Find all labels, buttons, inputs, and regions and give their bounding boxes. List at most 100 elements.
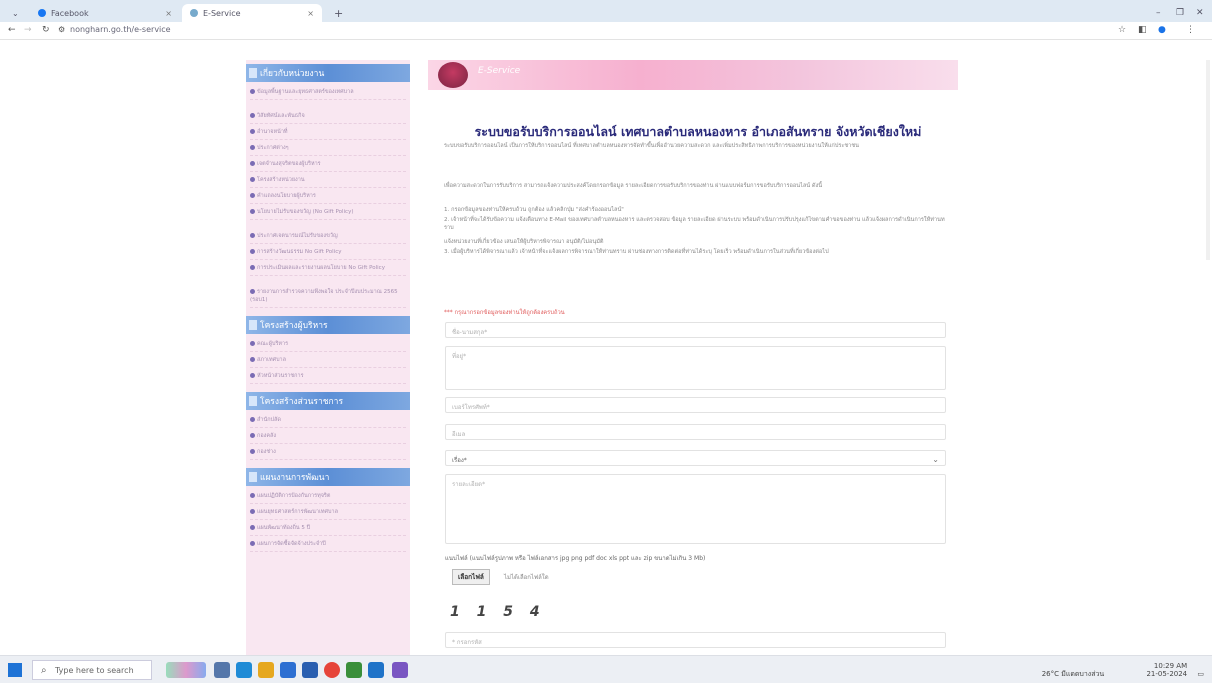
tab-list-icon[interactable]: ⌄: [4, 4, 27, 22]
globe-icon: [190, 9, 198, 17]
sidebar-item[interactable]: อำนาจหน้าที่: [250, 128, 406, 140]
sidebar-item-label: กองคลัง: [257, 433, 277, 439]
sidebar-item[interactable]: สภาเทศบาล: [250, 356, 406, 368]
close-tab-icon[interactable]: ×: [165, 9, 172, 18]
e-service-banner: E-Service: [428, 60, 958, 90]
sidebar-item-label: แผนยุทธศาสตร์การพัฒนาเทศบาล: [257, 509, 338, 515]
sidebar-item[interactable]: ประกาศต่างๆ: [250, 144, 406, 156]
sidebar-item[interactable]: คณะผู้บริหาร: [250, 340, 406, 352]
bullet-icon: [250, 233, 255, 238]
bullet-icon: [250, 209, 255, 214]
close-tab-icon[interactable]: ×: [307, 9, 314, 18]
choose-file-button[interactable]: เลือกไฟล์: [452, 569, 490, 585]
warning-text: *** กรุณากรอกข้อมูลของท่านให้ถูกต้องครบถ…: [444, 310, 565, 316]
bullet-icon: [250, 357, 255, 362]
chrome-icon[interactable]: [324, 662, 340, 678]
mail-icon[interactable]: [302, 662, 318, 678]
line-app-icon[interactable]: [346, 662, 362, 678]
sidebar-item[interactable]: แผนยุทธศาสตร์การพัฒนาเทศบาล: [250, 508, 406, 520]
sidebar-panel-icon[interactable]: ◧: [1138, 25, 1147, 35]
file-explorer-icon[interactable]: [258, 662, 274, 678]
back-icon[interactable]: ←: [8, 25, 16, 35]
bullet-icon: [250, 289, 255, 294]
bookmark-star-icon[interactable]: ☆: [1118, 25, 1126, 35]
sidebar-item-label: โครงสร้างหน่วยงาน: [257, 177, 305, 183]
sidebar-item[interactable]: การสร้างวัฒนธรรม No Gift Policy: [250, 248, 406, 260]
notification-icon[interactable]: ▭: [1197, 670, 1204, 678]
sidebar-item-label: คำแถลงนโยบายผู้บริหาร: [257, 193, 316, 199]
sidebar-item[interactable]: นโยบายไม่รับของขวัญ (No Gift Policy): [250, 208, 406, 220]
minimize-button[interactable]: –: [1148, 4, 1169, 22]
bullet-icon: [250, 129, 255, 134]
clock-time[interactable]: 10:29 AM: [1154, 662, 1187, 670]
sidebar-item[interactable]: ประกาศเจตนารมณ์ไม่รับของขวัญ: [250, 232, 406, 244]
app-icon[interactable]: [392, 662, 408, 678]
search-icon: ⌕: [41, 665, 47, 676]
bullet-icon: [250, 193, 255, 198]
site-info-icon[interactable]: ⚙: [58, 25, 65, 34]
sidebar-item-label: ประกาศต่างๆ: [257, 145, 289, 151]
sidebar-item-label: สภาเทศบาล: [257, 357, 287, 363]
bullet-icon: [250, 493, 255, 498]
sidebar-item[interactable]: โครงสร้างหน่วยงาน: [250, 176, 406, 188]
sidebar-section-title: โครงสร้างผู้บริหาร: [260, 321, 328, 331]
scrollbar[interactable]: [1206, 60, 1210, 260]
profile-icon[interactable]: ●: [1158, 25, 1166, 35]
address-field[interactable]: ที่อยู่*: [445, 346, 946, 390]
widgets-image-icon[interactable]: [166, 662, 206, 678]
sidebar-item[interactable]: แผนพัฒนาท้องถิ่น 5 ปี: [250, 524, 406, 536]
browser-tab-bar: Facebook × E-Service × + ⌄ – ❐ ✕: [0, 0, 1212, 22]
bullet-icon: [250, 541, 255, 546]
tab-facebook[interactable]: Facebook ×: [30, 4, 180, 22]
subject-select-value: เรื่อง*: [452, 457, 467, 464]
sidebar-item[interactable]: แผนการจัดซื้อจัดจ้างประจำปี: [250, 540, 406, 552]
municipality-logo: [438, 62, 468, 88]
detail-field[interactable]: รายละเอียด*: [445, 474, 946, 544]
tab-e-service[interactable]: E-Service ×: [182, 4, 322, 22]
weather-text[interactable]: 26°C มีแดดบางส่วน: [1042, 670, 1105, 678]
sidebar-item[interactable]: เจตจำนงสุจริตของผู้บริหาร: [250, 160, 406, 172]
sidebar-item[interactable]: สำนักปลัด: [250, 416, 406, 428]
sidebar-item-label: อำนาจหน้าที่: [257, 129, 288, 135]
sidebar-item[interactable]: แผนปฏิบัติการป้องกันการทุจริต: [250, 492, 406, 504]
bullet-icon: [250, 89, 255, 94]
task-view-icon[interactable]: [214, 662, 230, 678]
sidebar-item[interactable]: หัวหน้าส่วนราชการ: [250, 372, 406, 384]
browser-menu-icon[interactable]: ⋮: [1186, 25, 1195, 35]
sidebar-item[interactable]: รายงานการสำรวจความพึงพอใจ ประจำปีงบประมา…: [250, 288, 406, 308]
clock-date[interactable]: 21-05-2024: [1146, 670, 1187, 678]
app-icon[interactable]: [368, 662, 384, 678]
bullet-icon: [250, 249, 255, 254]
captcha-input[interactable]: * กรอกรหัส: [445, 632, 946, 648]
facebook-icon: [38, 9, 46, 17]
sidebar-item-label: นโยบายไม่รับของขวัญ (No Gift Policy): [257, 209, 354, 215]
store-icon[interactable]: [280, 662, 296, 678]
bullet-icon: [250, 265, 255, 270]
sidebar-item[interactable]: การประเมินผลและรายงานผลนโยบาย No Gift Po…: [250, 264, 406, 276]
section-bullet-icon: [249, 396, 257, 406]
subject-select[interactable]: เรื่อง* ⌄: [445, 450, 946, 466]
sidebar-section-title: โครงสร้างส่วนราชการ: [260, 397, 344, 407]
sidebar-item[interactable]: กองคลัง: [250, 432, 406, 444]
windows-taskbar: ⌕ Type here to search 26°C มีแดดบางส่วน …: [0, 655, 1212, 683]
email-field[interactable]: อีเมล: [445, 424, 946, 440]
url-field[interactable]: nongharn.go.th/e-service: [70, 25, 171, 34]
bullet-icon: [250, 145, 255, 150]
reload-icon[interactable]: ↻: [42, 25, 50, 35]
sidebar-item[interactable]: กองช่าง: [250, 448, 406, 460]
sidebar-item[interactable]: ข้อมูลพื้นฐานและยุทธศาสตร์ของเทศบาล: [250, 88, 406, 100]
phone-field[interactable]: เบอร์โทรศัพท์*: [445, 397, 946, 413]
bullet-icon: [250, 161, 255, 166]
sidebar-item-label: หัวหน้าส่วนราชการ: [257, 373, 304, 379]
main-content: ระบบขอรับบริการออนไลน์ เทศบาลตำบลหนองหาร…: [428, 90, 958, 655]
forward-icon[interactable]: →: [24, 25, 32, 35]
name-field[interactable]: ชื่อ-นามสกุล*: [445, 322, 946, 338]
windows-start-icon[interactable]: [8, 663, 22, 677]
sidebar-item-label: แผนปฏิบัติการป้องกันการทุจริต: [257, 493, 331, 499]
taskbar-search-box[interactable]: ⌕ Type here to search: [32, 660, 152, 680]
new-tab-button[interactable]: +: [326, 4, 351, 22]
edge-icon[interactable]: [236, 662, 252, 678]
sidebar-item[interactable]: วิสัยทัศน์และพันธกิจ: [250, 112, 406, 124]
sidebar-item[interactable]: คำแถลงนโยบายผู้บริหาร: [250, 192, 406, 204]
close-window-button[interactable]: ✕: [1188, 4, 1212, 22]
